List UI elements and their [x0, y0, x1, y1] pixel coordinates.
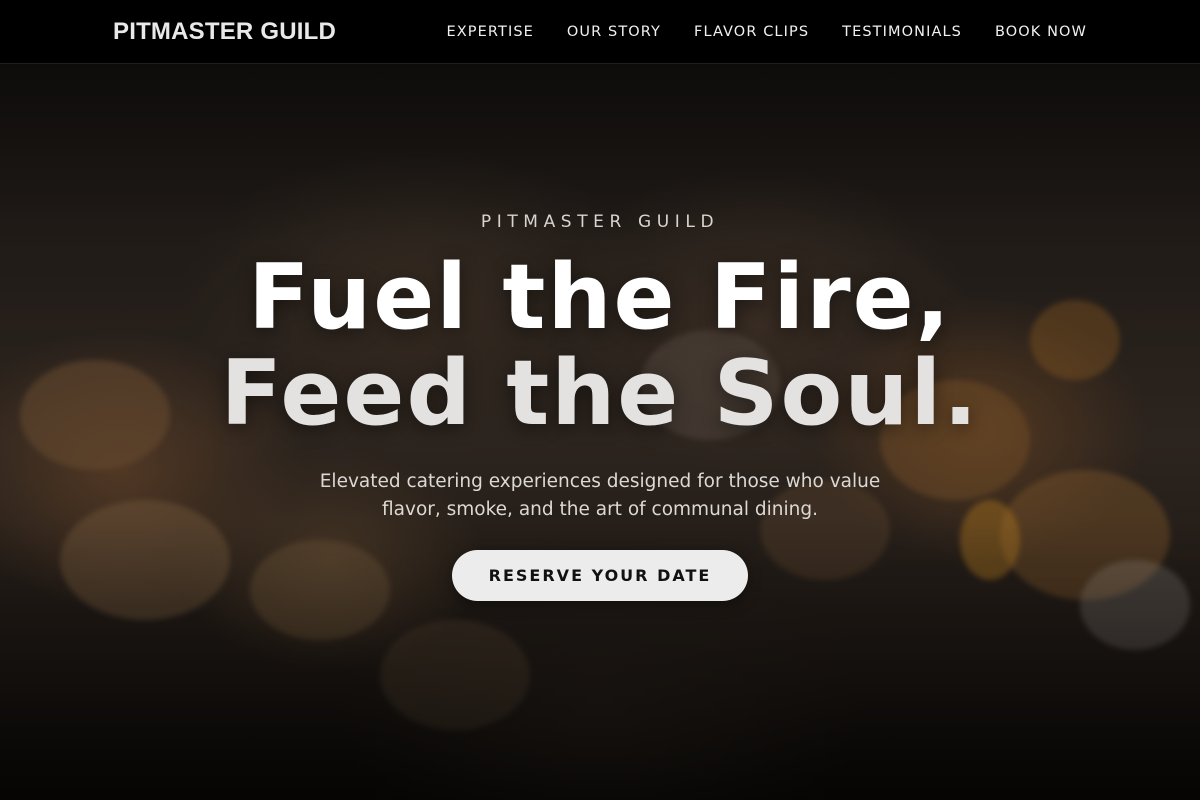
nav-link-flavor-clips[interactable]: FLAVOR CLIPS [694, 24, 809, 40]
top-navigation: PITMASTER GUILD EXPERTISE OUR STORY FLAV… [0, 0, 1200, 64]
nav-link-our-story[interactable]: OUR STORY [567, 24, 661, 40]
nav-link-expertise[interactable]: EXPERTISE [446, 24, 533, 40]
hero-headline-line1: Fuel the Fire, [248, 245, 952, 350]
hero-headline-line2: Feed the Soul. [220, 341, 980, 446]
hero-headline: Fuel the Fire, Feed the Soul. [0, 250, 1200, 442]
reserve-date-button[interactable]: RESERVE YOUR DATE [452, 550, 748, 601]
nav-link-testimonials[interactable]: TESTIMONIALS [842, 24, 962, 40]
hero-eyebrow: PITMASTER GUILD [480, 212, 720, 232]
brand-logo[interactable]: PITMASTER GUILD [113, 18, 336, 46]
nav-link-book-now[interactable]: BOOK NOW [995, 24, 1087, 40]
nav-links: EXPERTISE OUR STORY FLAVOR CLIPS TESTIMO… [413, 24, 1087, 40]
hero-subtitle: Elevated catering experiences designed f… [319, 471, 881, 520]
